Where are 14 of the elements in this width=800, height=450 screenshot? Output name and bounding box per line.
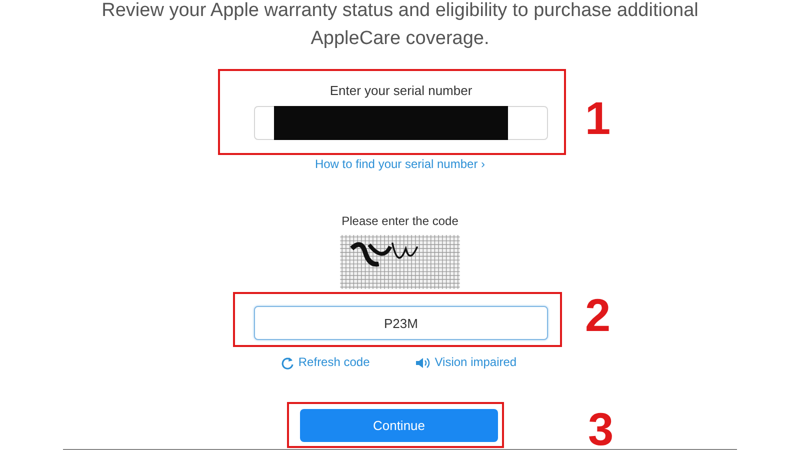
serial-field[interactable] [254,106,548,140]
serial-label: Enter your serial number [330,83,472,99]
code-field[interactable]: P23M [254,306,548,340]
refresh-icon [281,356,294,370]
annotation-number: 1 [585,95,611,141]
continue-button[interactable]: Continue [300,409,498,442]
annotation-number: 3 [588,406,614,450]
annotation-number: 2 [585,292,611,338]
vision-impaired-link[interactable]: Vision impaired [414,355,517,370]
captcha-label: Please enter the code [342,214,458,229]
serial-help-link[interactable]: How to find your serial number › [314,157,486,172]
intro-text: Review your Apple warranty status and eligibility to purchase additional AppleCare coverage. [100,0,700,51]
speaker-icon [414,356,431,369]
refresh-code-link[interactable]: Refresh code [281,355,370,370]
